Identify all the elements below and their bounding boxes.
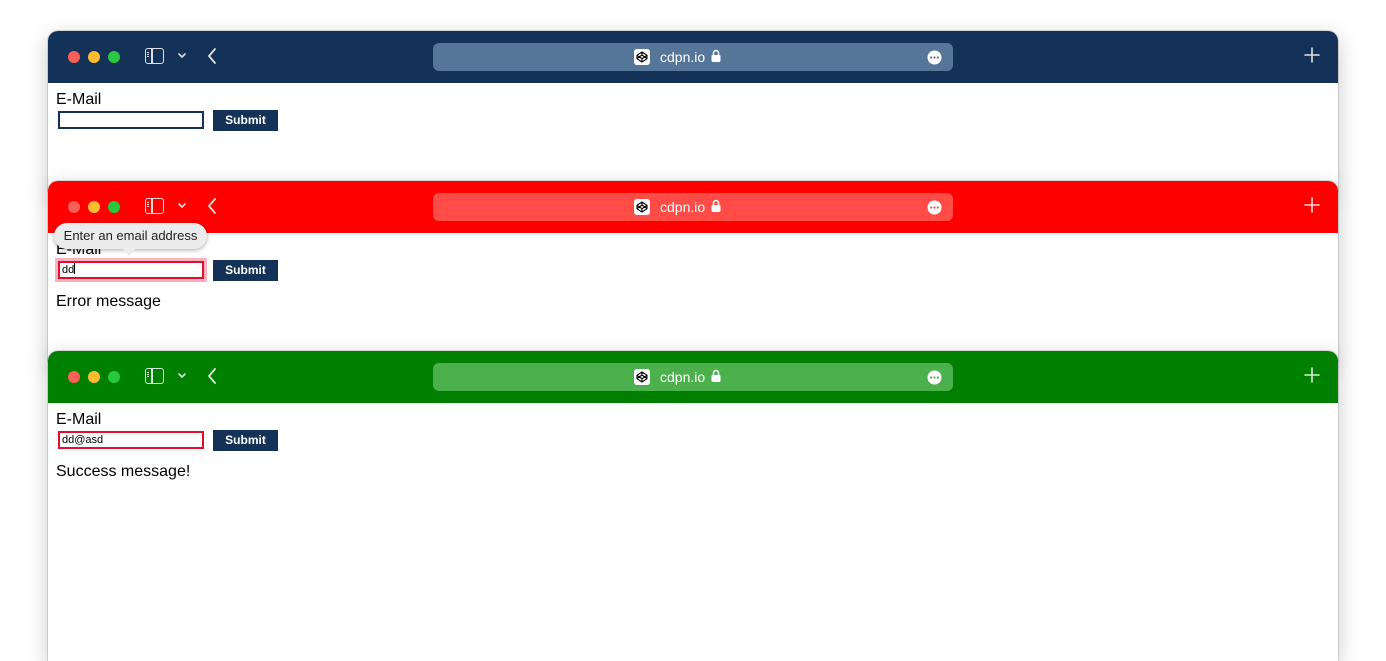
submit-button[interactable]: Submit: [213, 430, 278, 451]
lock-icon: [711, 49, 721, 62]
email-label: E-Mail: [56, 411, 102, 428]
back-icon[interactable]: [206, 367, 218, 385]
address-bar[interactable]: cdpn.io: [433, 363, 953, 391]
sidebar-icon[interactable]: [145, 368, 164, 384]
address-bar[interactable]: cdpn.io: [433, 193, 953, 221]
browser-toolbar: cdpn.io: [48, 351, 1338, 403]
email-field[interactable]: [58, 111, 204, 129]
zoom-button[interactable]: [108, 51, 120, 63]
plus-icon[interactable]: [1304, 47, 1320, 63]
minimize-button[interactable]: [88, 51, 100, 63]
email-field[interactable]: dd@asd: [58, 431, 204, 449]
email-field[interactable]: dd: [58, 261, 204, 279]
zoom-button[interactable]: [108, 201, 120, 213]
more-icon[interactable]: [927, 370, 942, 385]
address-bar[interactable]: cdpn.io: [433, 43, 953, 71]
more-icon[interactable]: [927, 200, 942, 215]
plus-icon[interactable]: [1304, 197, 1320, 213]
chevron-down-icon[interactable]: [177, 51, 187, 61]
lock-icon: [711, 369, 721, 382]
email-field-value: dd: [62, 264, 75, 276]
more-icon[interactable]: [927, 50, 942, 65]
site-icon: [634, 49, 650, 65]
email-label: E-Mail: [56, 241, 102, 258]
close-button[interactable]: [68, 51, 80, 63]
page-content: E-Mail Submit: [48, 83, 1338, 135]
url-text: cdpn.io: [660, 199, 706, 215]
submit-button[interactable]: Submit: [213, 260, 278, 281]
back-icon[interactable]: [206, 47, 218, 65]
chevron-down-icon[interactable]: [177, 371, 187, 381]
page-content: E-Mail dd Submit Error message: [48, 233, 1338, 311]
site-icon: [634, 369, 650, 385]
validation-tooltip: Enter an email address: [54, 223, 207, 256]
sidebar-icon[interactable]: [145, 198, 164, 214]
lock-icon: [711, 199, 721, 212]
zoom-button[interactable]: [108, 371, 120, 383]
chevron-down-icon[interactable]: [177, 201, 187, 211]
success-message: Success message!: [56, 463, 191, 480]
error-message: Error message: [56, 293, 161, 310]
minimize-button[interactable]: [88, 371, 100, 383]
browser-window-default: cdpn.io E-Mail Submit: [48, 31, 1338, 191]
plus-icon[interactable]: [1304, 367, 1320, 383]
submit-button[interactable]: Submit: [213, 110, 278, 131]
url-text: cdpn.io: [660, 369, 706, 385]
browser-window-success: cdpn.io E-Mail dd@asd Submit Success mes…: [48, 351, 1338, 661]
close-button[interactable]: [68, 201, 80, 213]
minimize-button[interactable]: [88, 201, 100, 213]
back-icon[interactable]: [206, 197, 218, 215]
email-form: dd Submit: [56, 260, 1338, 285]
browser-toolbar: cdpn.io: [48, 181, 1338, 233]
browser-window-error: cdpn.io E-Mail dd Submit Error message: [48, 181, 1338, 361]
browser-toolbar: cdpn.io: [48, 31, 1338, 83]
url-text: cdpn.io: [660, 49, 706, 65]
email-form: Submit: [56, 110, 1338, 135]
close-button[interactable]: [68, 371, 80, 383]
site-icon: [634, 199, 650, 215]
page-content: E-Mail dd@asd Submit Success message!: [48, 403, 1338, 481]
email-form: dd@asd Submit: [56, 430, 1338, 455]
text-caret: [74, 263, 76, 274]
email-label: E-Mail: [56, 91, 102, 108]
sidebar-icon[interactable]: [145, 48, 164, 64]
